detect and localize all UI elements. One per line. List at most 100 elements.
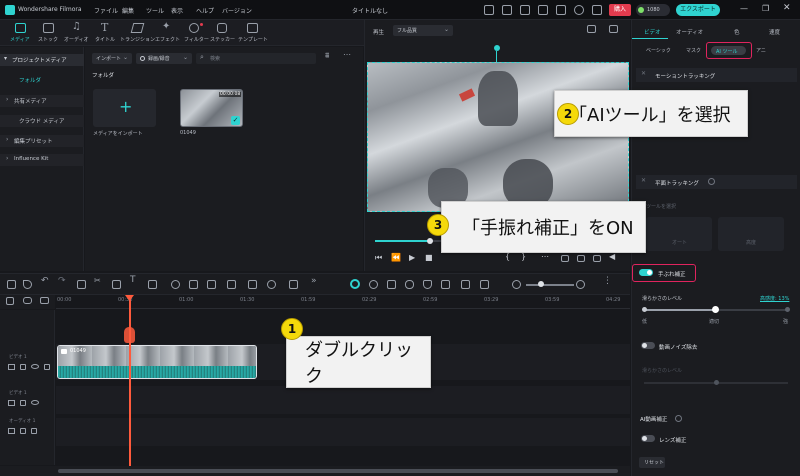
fullscreen-icon[interactable] <box>593 255 601 262</box>
subtab-animation[interactable]: アニ <box>756 47 766 54</box>
link-icon[interactable] <box>23 297 32 304</box>
redo-icon[interactable]: ↷ <box>58 276 66 286</box>
import-dropdown[interactable]: インポート ⌄ <box>92 53 132 64</box>
stock-tab[interactable]: ストック <box>36 23 62 45</box>
motion-icon[interactable] <box>289 280 298 289</box>
settings-icon[interactable] <box>574 5 584 15</box>
video-clip[interactable]: 01049 <box>57 345 257 379</box>
lock-icon[interactable] <box>20 400 26 406</box>
more-icon[interactable]: ⋯ <box>343 50 351 59</box>
smooth-slider[interactable] <box>642 306 790 313</box>
screen-icon[interactable] <box>441 280 450 289</box>
subtab-ai-tools[interactable]: AI ツール <box>706 42 752 59</box>
eye-icon[interactable] <box>31 364 39 369</box>
reset-button[interactable]: リセット <box>639 457 665 468</box>
ai-toggle-icon[interactable] <box>350 279 360 289</box>
scrollbar-thumb[interactable] <box>58 469 618 473</box>
stabilize-row[interactable]: 手ぶれ補正 <box>632 264 696 282</box>
timeline-menu-icon[interactable]: ⋮ <box>603 276 612 286</box>
folder-icon[interactable] <box>8 364 15 370</box>
tab-video[interactable]: ビデオ <box>632 23 668 39</box>
maximize-icon[interactable]: ❐ <box>762 4 769 13</box>
menu-tools[interactable]: ツール <box>146 6 164 15</box>
sidebar-item-influence-kit[interactable]: › Influence Kit <box>0 154 84 166</box>
sidebar-item-folder[interactable]: フォルダ <box>0 74 84 86</box>
gift-icon[interactable] <box>538 5 548 15</box>
plane-tracking-row[interactable]: ✕ 平面トラッキング <box>636 175 797 189</box>
search-box[interactable]: ⌕ 検索 <box>196 53 316 64</box>
prev-frame-icon[interactable]: ⏮ <box>375 253 382 263</box>
crop-icon[interactable] <box>112 280 121 289</box>
monitor-icon[interactable] <box>502 5 512 15</box>
zoom-out-icon[interactable] <box>512 280 521 289</box>
audio-detach-icon[interactable] <box>227 280 236 289</box>
color-icon[interactable] <box>267 280 276 289</box>
scissors-icon[interactable]: ✂ <box>94 276 101 285</box>
title-tab[interactable]: T タイトル <box>94 21 120 45</box>
stop-icon[interactable]: ■ <box>425 253 433 262</box>
playhead-line[interactable] <box>129 297 131 476</box>
horizontal-scrollbar[interactable] <box>56 466 630 476</box>
stabilize-toggle[interactable] <box>639 269 653 276</box>
tab-speed[interactable]: 速度 <box>769 28 780 36</box>
record-dropdown[interactable]: 録画/録音 ⌄ <box>136 53 192 64</box>
media-tab[interactable]: メディア <box>8 23 34 45</box>
template-tab[interactable]: テンプレート <box>238 23 268 45</box>
delete-icon[interactable] <box>77 280 86 289</box>
speed-icon[interactable] <box>171 280 180 289</box>
layers-icon[interactable] <box>480 280 489 289</box>
close-icon[interactable]: ✕ <box>783 3 791 13</box>
motion-tracking-row[interactable]: ✕ モーショントラッキング <box>636 68 797 82</box>
display-icon[interactable] <box>561 255 569 262</box>
download-icon[interactable] <box>556 5 566 15</box>
buy-button[interactable]: 購入 <box>609 4 631 16</box>
volume-icon[interactable]: ◀ <box>609 252 615 261</box>
freeze-icon[interactable] <box>207 280 216 289</box>
shield-icon[interactable] <box>423 280 432 289</box>
playhead-handle[interactable] <box>124 327 135 343</box>
menu-edit[interactable]: 編集 <box>122 6 134 15</box>
menu-version[interactable]: バージョン <box>222 6 252 15</box>
subtab-basic[interactable]: ベーシック <box>646 47 671 54</box>
eye-icon[interactable] <box>31 400 39 405</box>
select-icon[interactable] <box>23 280 32 289</box>
render-icon[interactable] <box>387 280 396 289</box>
folder-icon[interactable] <box>8 400 15 406</box>
camera-icon[interactable] <box>577 255 585 262</box>
smooth-slider-knob[interactable] <box>712 306 719 313</box>
zoom-in-icon[interactable] <box>576 280 585 289</box>
fit-icon[interactable]: ⋯ <box>541 252 549 261</box>
rotate-handle[interactable] <box>494 45 500 51</box>
image-add-icon[interactable] <box>461 280 470 289</box>
zoom-slider[interactable] <box>526 281 574 287</box>
snap-icon[interactable] <box>369 280 378 289</box>
minimize-icon[interactable]: — <box>740 4 748 13</box>
sidebar-item-cloud-media[interactable]: クラウド メディア <box>0 115 84 127</box>
lens-toggle[interactable] <box>641 435 655 442</box>
mark-out-icon[interactable]: } <box>521 252 526 261</box>
zoom-knob[interactable] <box>538 281 544 287</box>
folder-icon[interactable] <box>8 428 15 434</box>
import-media-tile[interactable]: + <box>93 89 156 127</box>
time-ruler[interactable]: 00:00 00:30 01:00 01:30 01:59 02:29 02:5… <box>56 295 630 309</box>
split-icon[interactable] <box>248 280 257 289</box>
filter-tab[interactable]: フィルター <box>182 23 209 45</box>
image-icon[interactable] <box>609 25 618 33</box>
undo-icon[interactable]: ↶ <box>41 276 49 286</box>
sidebar-item-project-media[interactable]: ▾ プロジェクトメディア <box>0 54 84 66</box>
layout-icon[interactable] <box>592 5 602 15</box>
mark-in-icon[interactable]: { <box>505 252 510 261</box>
track-settings-icon[interactable] <box>40 297 49 304</box>
lock-icon[interactable] <box>20 364 26 370</box>
step-back-icon[interactable]: ⏪ <box>391 253 401 262</box>
mute-icon[interactable] <box>44 364 50 370</box>
snapshot-icon[interactable] <box>587 25 596 33</box>
progress-knob[interactable] <box>427 238 433 244</box>
menu-view[interactable]: 表示 <box>171 6 183 15</box>
more-tools-icon[interactable]: » <box>311 276 317 286</box>
video-frame[interactable] <box>367 62 629 212</box>
sidebar-item-shared-media[interactable]: › 共有メディア <box>0 95 84 107</box>
menu-help[interactable]: ヘルプ <box>196 6 214 15</box>
tab-audio[interactable]: オーディオ <box>676 28 703 36</box>
tab-color[interactable]: 色 <box>734 28 740 36</box>
